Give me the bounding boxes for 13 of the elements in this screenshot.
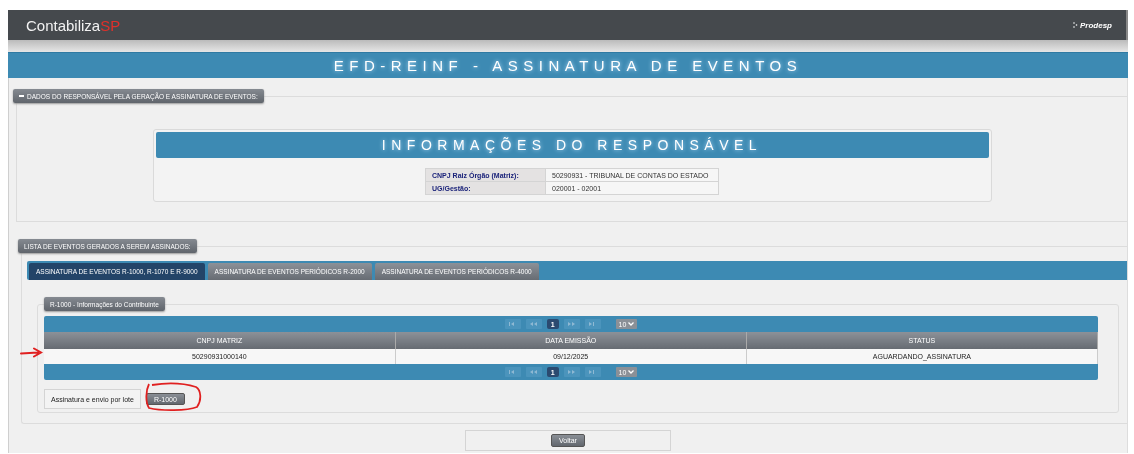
chevron-down-icon (628, 322, 635, 326)
circle-annotation (143, 382, 203, 412)
double-right-arrow-icon (567, 369, 577, 375)
double-left-arrow-icon (529, 321, 539, 327)
dots-icon (1073, 22, 1078, 28)
partner-logo: Prodesp (1080, 20, 1112, 30)
double-right-arrow-icon (567, 321, 577, 327)
arrow-annotation (20, 347, 43, 358)
chevron-down-icon (628, 370, 635, 374)
card-title: INFORMAÇÕES DO RESPONSÁVEL (155, 132, 989, 158)
app-logo: ContabilizaSP (26, 16, 121, 34)
page-title: EFD-REINF - ASSINATURA DE EVENTOS (333, 57, 803, 74)
double-left-arrow-icon (529, 369, 539, 375)
